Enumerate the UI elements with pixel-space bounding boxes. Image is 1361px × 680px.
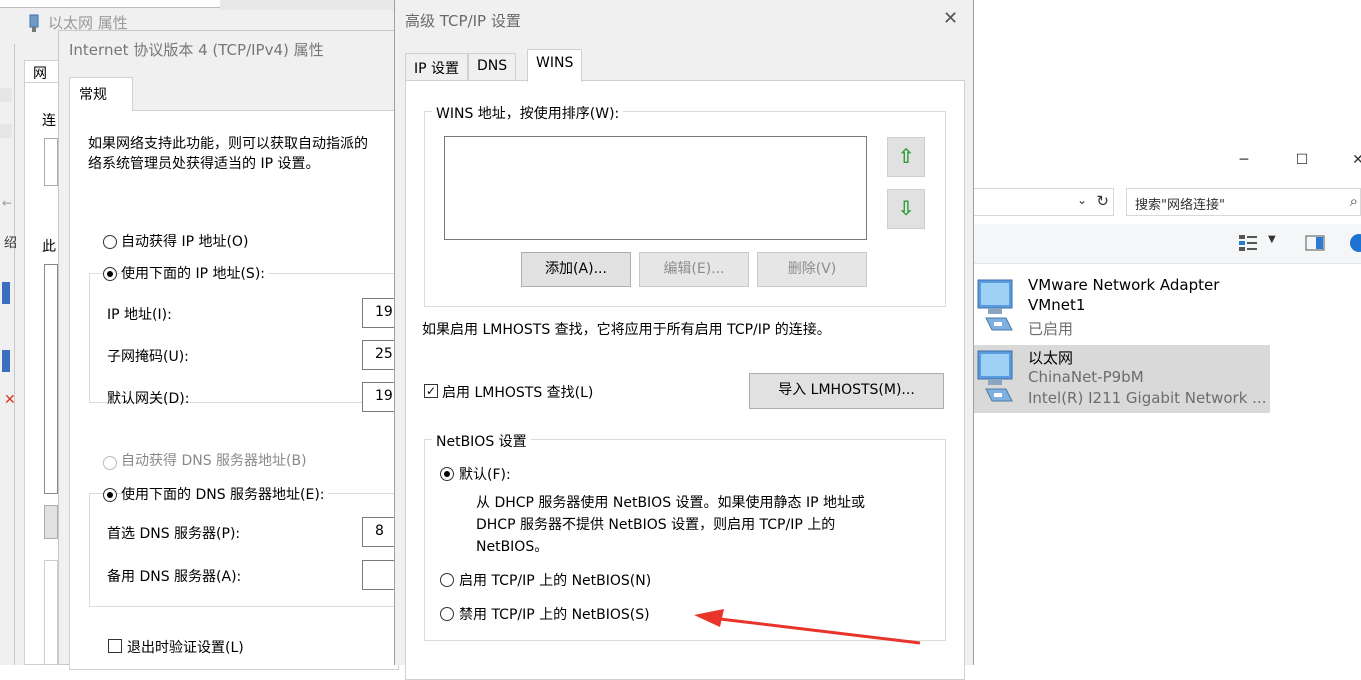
lmhosts-label: 启用 LMHOSTS 查找(L) bbox=[442, 385, 594, 401]
down-arrow-icon: ⇩ bbox=[897, 196, 915, 220]
maximize-button[interactable]: ☐ bbox=[1292, 150, 1312, 170]
chevron-down-icon[interactable]: ⌄ bbox=[1077, 193, 1087, 207]
netbios-default-radio[interactable] bbox=[440, 467, 454, 481]
manual-dns-label: 使用下面的 DNS 服务器地址(E): bbox=[121, 484, 328, 504]
lmhosts-note: 如果启用 LMHOSTS 查找，它将应用于所有启用 TCP/IP 的连接。 bbox=[422, 322, 831, 338]
move-down-button[interactable]: ⇩ bbox=[887, 189, 925, 229]
adapter-icon bbox=[2, 350, 10, 372]
view-dropdown-icon[interactable]: ▼ bbox=[1268, 234, 1276, 245]
ipv4-properties-window: Internet 协议版本 4 (TCP/IPv4) 属性 常规 如果网络支持此… bbox=[58, 30, 402, 670]
network-adapter-icon bbox=[977, 350, 1013, 402]
search-icon[interactable]: ⌕ bbox=[1350, 192, 1358, 210]
search-placeholder: 搜索"网络连接" bbox=[1135, 198, 1225, 213]
annotation-arrow bbox=[694, 609, 921, 645]
delete-button[interactable]: 删除(V) bbox=[757, 252, 867, 287]
netbios-disable-radio[interactable] bbox=[440, 607, 454, 621]
auto-ip-radio[interactable] bbox=[103, 235, 117, 249]
preview-pane-icon[interactable] bbox=[1305, 235, 1325, 251]
gateway-label: 默认网关(D): bbox=[107, 391, 190, 407]
address-bar[interactable]: ⌄ ↻ bbox=[972, 188, 1114, 216]
edit-button[interactable]: 编辑(E)... bbox=[639, 252, 749, 287]
adapter-network: VMnet1 bbox=[1028, 296, 1086, 314]
validate-label: 退出时验证设置(L) bbox=[127, 640, 244, 656]
adapter-ethernet[interactable]: 以太网 ChinaNet-P9bM Intel(R) I211 Gigabit … bbox=[972, 345, 1270, 413]
component-list[interactable] bbox=[44, 264, 58, 494]
auto-ip-label: 自动获得 IP 地址(O) bbox=[121, 234, 249, 250]
subnet-mask-label: 子网掩码(U): bbox=[107, 349, 189, 365]
adapter-name: 以太网 bbox=[1028, 349, 1074, 367]
netbios-enable-label: 启用 TCP/IP 上的 NetBIOS(N) bbox=[459, 573, 652, 589]
change-view-icon[interactable] bbox=[1238, 234, 1260, 252]
auto-dns-label: 自动获得 DNS 服务器地址(B) bbox=[121, 453, 307, 469]
fragment-label: 连 bbox=[42, 113, 56, 129]
adapter-status: 已启用 bbox=[1028, 320, 1074, 338]
tab-ip-settings[interactable]: IP 设置 bbox=[405, 53, 469, 81]
netbios-description: NetBIOS。 bbox=[476, 539, 549, 555]
back-arrow-icon: ← bbox=[2, 196, 13, 210]
netbios-description: 从 DHCP 服务器使用 NetBIOS 设置。如果使用静态 IP 地址或 bbox=[476, 495, 866, 511]
move-up-button[interactable]: ⇧ bbox=[887, 137, 925, 177]
window-title: 高级 TCP/IP 设置 bbox=[405, 12, 521, 30]
minimize-button[interactable]: ─ bbox=[1234, 150, 1254, 170]
add-button[interactable]: 添加(A)... bbox=[521, 252, 631, 287]
manual-dns-radio[interactable] bbox=[103, 488, 117, 502]
close-button[interactable]: ✕ bbox=[943, 8, 958, 29]
tab-dns[interactable]: DNS bbox=[468, 53, 517, 81]
close-button[interactable]: ✕ bbox=[1348, 150, 1361, 170]
refresh-icon[interactable]: ↻ bbox=[1096, 192, 1109, 210]
alternate-dns-label: 备用 DNS 服务器(A): bbox=[107, 569, 242, 585]
netbios-description: DHCP 服务器不提供 NetBIOS 设置，则启用 TCP/IP 上的 bbox=[476, 517, 836, 533]
netbios-enable-radio[interactable] bbox=[440, 573, 454, 587]
help-icon[interactable] bbox=[1349, 233, 1361, 253]
explorer-toolbar: ▼ bbox=[960, 224, 1361, 264]
netbios-default-label: 默认(F): bbox=[459, 467, 511, 483]
intro-text: 如果网络支持此功能，则可以获取自动指派的 bbox=[88, 136, 368, 152]
validate-checkbox[interactable] bbox=[108, 639, 122, 653]
adapter-network: ChinaNet-P9bM bbox=[1028, 368, 1144, 386]
wins-address-list[interactable] bbox=[444, 136, 867, 240]
preferred-dns-label: 首选 DNS 服务器(P): bbox=[107, 526, 241, 542]
ethernet-icon bbox=[29, 14, 39, 32]
manual-ip-label: 使用下面的 IP 地址(S): bbox=[121, 263, 268, 283]
wins-tab-panel: WINS 地址，按使用排序(W): ⇧ ⇩ 添加(A)... 编辑(E)... … bbox=[405, 80, 965, 680]
search-input[interactable]: 搜索"网络连接" ⌕ bbox=[1126, 188, 1361, 216]
advanced-tcpip-window: 高级 TCP/IP 设置 ✕ IP 设置 DNS WINS WINS 地址，按使… bbox=[394, 0, 974, 680]
tab-general[interactable]: 常规 bbox=[69, 77, 133, 111]
manual-ip-radio[interactable] bbox=[103, 267, 117, 281]
network-adapter-icon bbox=[977, 279, 1013, 331]
netbios-group-label: NetBIOS 设置 bbox=[432, 431, 531, 451]
general-tab-panel: 如果网络支持此功能，则可以获取自动指派的 络系统管理员处获得适当的 IP 设置。… bbox=[69, 110, 402, 670]
wins-group-label: WINS 地址，按使用排序(W): bbox=[432, 103, 624, 123]
tab-wins[interactable]: WINS bbox=[527, 49, 583, 82]
adapter-device: Intel(R) I211 Gigabit Network ... bbox=[1028, 389, 1267, 407]
ip-address-label: IP 地址(I): bbox=[107, 307, 172, 323]
dns-group bbox=[89, 493, 401, 607]
up-arrow-icon: ⇧ bbox=[897, 144, 915, 168]
error-icon: ✕ bbox=[4, 392, 16, 408]
adapter-name: VMware Network Adapter bbox=[1028, 276, 1220, 294]
window-title: Internet 协议版本 4 (TCP/IPv4) 属性 bbox=[69, 41, 324, 59]
intro-text: 络系统管理员处获得适当的 IP 设置。 bbox=[88, 156, 320, 172]
adapter-icon bbox=[2, 282, 10, 304]
ip-group bbox=[89, 273, 401, 403]
import-lmhosts-button[interactable]: 导入 LMHOSTS(M)... bbox=[749, 373, 944, 409]
fragment-label: 此 bbox=[42, 239, 56, 255]
lmhosts-checkbox[interactable]: ✓ bbox=[424, 384, 438, 398]
auto-dns-radio[interactable] bbox=[103, 456, 117, 470]
adapter-vmware[interactable]: VMware Network Adapter VMnet1 已启用 bbox=[972, 274, 1270, 342]
netbios-disable-label: 禁用 TCP/IP 上的 NetBIOS(S) bbox=[459, 607, 650, 623]
